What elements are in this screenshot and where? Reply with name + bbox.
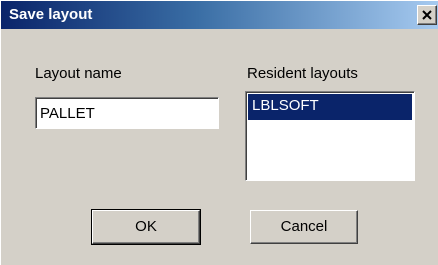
save-layout-dialog: Save layout Layout name Resident layouts… [0,0,438,265]
ok-button[interactable]: OK [91,209,201,245]
title-bar[interactable]: Save layout [1,1,438,29]
close-icon [422,10,432,20]
resident-layouts-label: Resident layouts [247,65,358,82]
close-button[interactable] [417,5,437,25]
resident-layouts-list[interactable]: LBLSOFT [245,91,415,181]
cancel-button[interactable]: Cancel [250,210,358,244]
dialog-title: Save layout [9,6,93,23]
layout-name-input[interactable] [40,103,212,123]
list-item[interactable]: LBLSOFT [248,94,412,120]
layout-name-label: Layout name [35,65,122,82]
layout-name-field-frame [35,97,219,129]
